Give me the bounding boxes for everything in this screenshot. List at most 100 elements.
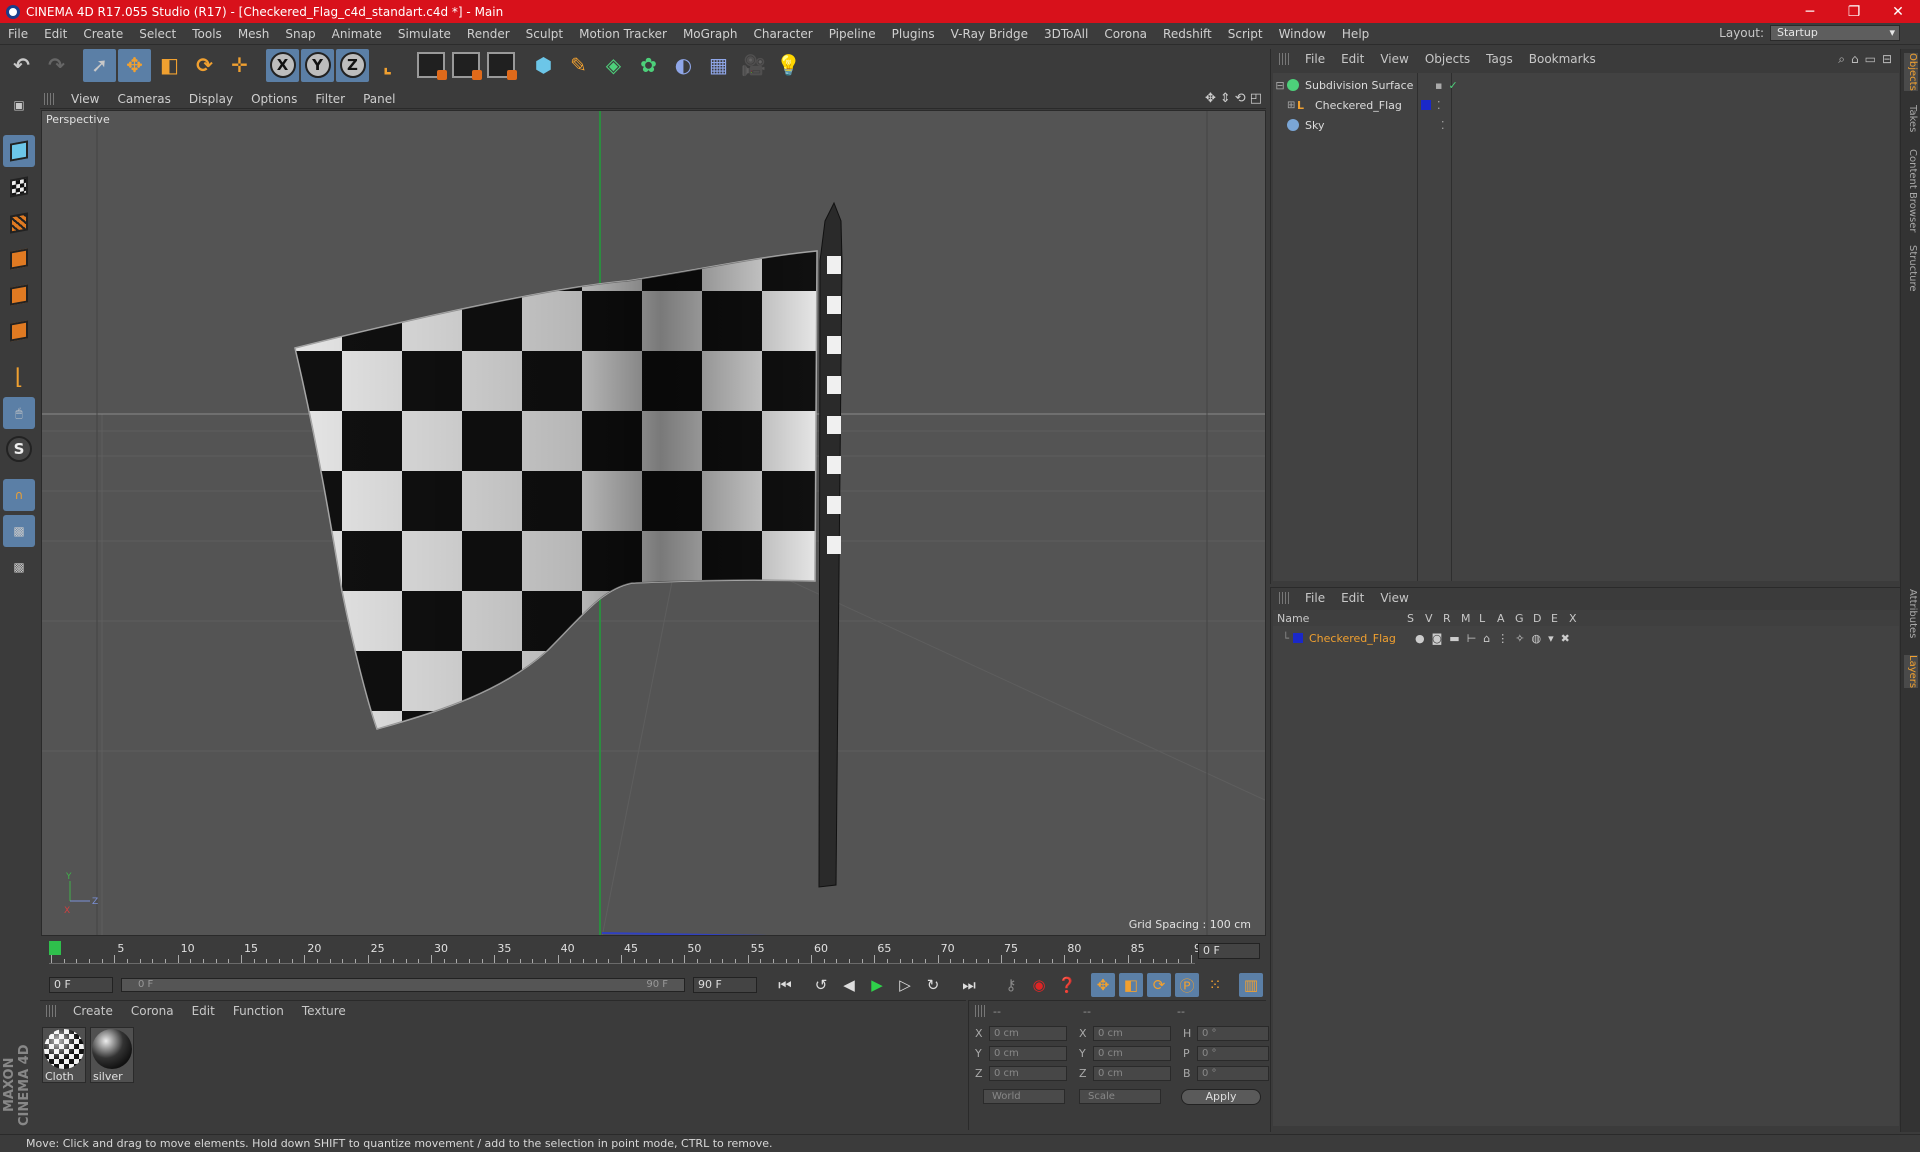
- objects-menu-bookmarks[interactable]: Bookmarks: [1521, 52, 1604, 66]
- key-pla-button[interactable]: ⁙: [1203, 973, 1227, 997]
- viewport-menu-view[interactable]: View: [62, 92, 108, 106]
- objects-menu-view[interactable]: View: [1372, 52, 1416, 66]
- objects-menu-edit[interactable]: Edit: [1333, 52, 1372, 66]
- menu-animate[interactable]: Animate: [324, 27, 390, 41]
- rotation-b-field[interactable]: 0 °: [1197, 1065, 1269, 1081]
- points-mode-button[interactable]: [3, 243, 35, 275]
- menu-file[interactable]: File: [0, 27, 36, 41]
- tab-structure[interactable]: Structure: [1904, 245, 1918, 292]
- material-cloth[interactable]: Cloth: [42, 1027, 86, 1083]
- workplane-mode-button[interactable]: [3, 207, 35, 239]
- position-z-field[interactable]: 0 cm: [989, 1065, 1067, 1081]
- timeline-window-button[interactable]: ▥: [1239, 973, 1263, 997]
- close-button[interactable]: ✕: [1876, 4, 1920, 20]
- go-to-start-button[interactable]: ⏮: [773, 973, 797, 997]
- menu-pipeline[interactable]: Pipeline: [821, 27, 884, 41]
- menu-corona[interactable]: Corona: [1096, 27, 1155, 41]
- generator-icon[interactable]: ✧: [1515, 632, 1524, 645]
- coordinate-system-button[interactable]: ⌞: [371, 49, 404, 82]
- layer-color-swatch[interactable]: [1293, 633, 1303, 643]
- add-spline-button[interactable]: ✎: [562, 49, 595, 82]
- time-range-slider[interactable]: 0 F 90 F: [121, 978, 685, 992]
- objects-menu-objects[interactable]: Objects: [1417, 52, 1478, 66]
- layer-column-locked[interactable]: L: [1479, 612, 1497, 625]
- menu-tools[interactable]: Tools: [184, 27, 230, 41]
- size-z-field[interactable]: 0 cm: [1093, 1065, 1171, 1081]
- tab-objects[interactable]: Objects: [1904, 53, 1918, 91]
- home-icon[interactable]: ⌂: [1851, 52, 1859, 67]
- make-editable-button[interactable]: ▣: [3, 89, 35, 121]
- tweak-mode-button[interactable]: 🖱: [3, 397, 35, 429]
- current-frame-field[interactable]: 0 F: [1198, 943, 1260, 959]
- menu-mograph[interactable]: MoGraph: [675, 27, 746, 41]
- enabled-check-icon[interactable]: ✓: [1448, 79, 1457, 92]
- add-cube-button[interactable]: ⬢: [527, 49, 560, 82]
- redo-button[interactable]: ↷: [40, 49, 73, 82]
- viewport-menu-panel[interactable]: Panel: [354, 92, 404, 106]
- manager-icon[interactable]: ⊢: [1467, 632, 1477, 645]
- viewport-menu-display[interactable]: Display: [180, 92, 242, 106]
- previous-key-button[interactable]: ↺: [809, 973, 833, 997]
- model-mode-button[interactable]: [3, 135, 35, 167]
- xref-icon[interactable]: ✖: [1561, 632, 1570, 645]
- polygons-mode-button[interactable]: [3, 315, 35, 347]
- menu-3dtoall[interactable]: 3DToAll: [1036, 27, 1096, 41]
- play-button[interactable]: ▶: [865, 973, 889, 997]
- add-light-button[interactable]: 💡: [772, 49, 805, 82]
- autokey-button[interactable]: ◉: [1027, 973, 1051, 997]
- layer-column-render[interactable]: R: [1443, 612, 1461, 625]
- layer-column-xref[interactable]: X: [1569, 612, 1587, 625]
- expand-icon[interactable]: ⊞: [1287, 100, 1297, 111]
- layers-menu-edit[interactable]: Edit: [1333, 591, 1372, 605]
- layer-name[interactable]: Checkered_Flag: [1309, 632, 1405, 645]
- max-time-field[interactable]: 90 F: [693, 977, 757, 993]
- render-settings-button[interactable]: [484, 49, 517, 82]
- next-key-button[interactable]: ↻: [921, 973, 945, 997]
- menu-motion-tracker[interactable]: Motion Tracker: [571, 27, 675, 41]
- expression-icon[interactable]: ▾: [1548, 632, 1554, 645]
- visibility-dots-icon[interactable]: ⁚: [1441, 119, 1445, 132]
- render-clapper-icon[interactable]: ▬: [1449, 632, 1459, 645]
- menu-help[interactable]: Help: [1334, 27, 1377, 41]
- previous-frame-button[interactable]: ◀: [837, 973, 861, 997]
- layer-column-manager[interactable]: M: [1461, 612, 1479, 625]
- viewport-menu-filter[interactable]: Filter: [306, 92, 354, 106]
- deformer-toggle-icon[interactable]: ◍: [1532, 632, 1542, 645]
- lock-icon[interactable]: ⌂: [1483, 632, 1490, 645]
- maximize-panel-icon[interactable]: ⊟: [1882, 52, 1892, 67]
- key-scale-button[interactable]: ◧: [1119, 973, 1143, 997]
- position-y-field[interactable]: 0 cm: [989, 1045, 1067, 1061]
- edges-mode-button[interactable]: [3, 279, 35, 311]
- animation-icon[interactable]: ⋮: [1497, 632, 1508, 645]
- tab-content-browser[interactable]: Content Browser: [1904, 149, 1918, 232]
- material-silver[interactable]: silver: [90, 1027, 134, 1083]
- key-position-button[interactable]: ✥: [1091, 973, 1115, 997]
- editor-visibility-icon[interactable]: ▪: [1435, 79, 1442, 92]
- solo-toggle-icon[interactable]: ●: [1415, 632, 1425, 645]
- add-deformer-button[interactable]: ◐: [667, 49, 700, 82]
- material-menu-function[interactable]: Function: [224, 1004, 293, 1018]
- size-y-field[interactable]: 0 cm: [1093, 1045, 1171, 1061]
- layer-row[interactable]: └ Checkered_Flag ● ◙ ▬ ⊢ ⌂ ⋮ ✧ ◍ ▾ ✖: [1273, 628, 1899, 648]
- size-mode-dropdown[interactable]: Scale: [1079, 1089, 1161, 1104]
- solo-button[interactable]: S: [3, 433, 35, 465]
- recent-tool-button[interactable]: ✛: [223, 49, 256, 82]
- menu-sculpt[interactable]: Sculpt: [518, 27, 571, 41]
- object-row-checkered-flag[interactable]: ⊞ L Checkered_Flag ⁚: [1273, 95, 1899, 115]
- add-subdivision-button[interactable]: ◈: [597, 49, 630, 82]
- position-x-field[interactable]: 0 cm: [989, 1025, 1067, 1041]
- undo-button[interactable]: ↶: [5, 49, 38, 82]
- layer-column-generators[interactable]: G: [1515, 612, 1533, 625]
- add-floor-button[interactable]: ▦: [702, 49, 735, 82]
- layer-column-expressions[interactable]: E: [1551, 612, 1569, 625]
- key-rotation-button[interactable]: ⟳: [1147, 973, 1171, 997]
- menu-plugins[interactable]: Plugins: [884, 27, 943, 41]
- objects-menu-file[interactable]: File: [1297, 52, 1333, 66]
- layer-column-deformers[interactable]: D: [1533, 612, 1551, 625]
- menu-snap[interactable]: Snap: [277, 27, 323, 41]
- tab-takes[interactable]: Takes: [1904, 105, 1918, 132]
- layers-menu-file[interactable]: File: [1297, 591, 1333, 605]
- live-selection-button[interactable]: ➚: [83, 48, 116, 82]
- minimize-button[interactable]: ─: [1788, 4, 1832, 20]
- add-camera-button[interactable]: 🎥: [737, 49, 770, 82]
